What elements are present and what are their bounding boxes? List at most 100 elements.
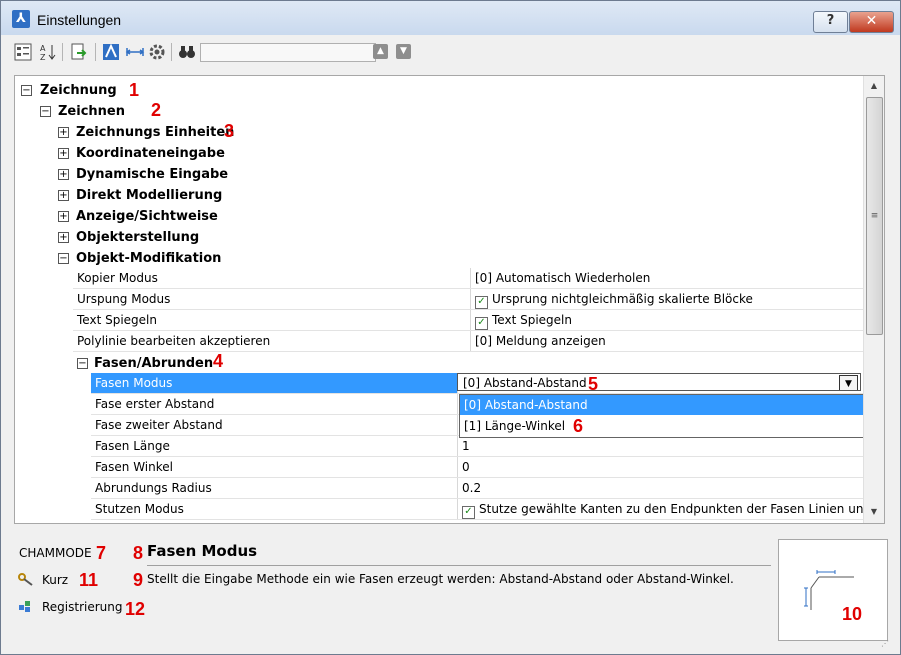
tree-node-direkt-modellierung[interactable]: + Direkt Modellierung (15, 185, 863, 206)
vertical-scrollbar[interactable]: ▲ ≡ ▼ (863, 76, 884, 523)
property-name: Kopier Modus (73, 268, 471, 288)
property-value[interactable]: [0] Automatisch Wiederholen (470, 268, 865, 288)
tree-node-label: Zeichnen (58, 104, 125, 119)
draw-settings-icon[interactable] (101, 42, 121, 62)
tree-node-label: Objekterstellung (76, 230, 200, 245)
tree-node-label: Direkt Modellierung (76, 188, 223, 203)
kurz-label: Kurz (42, 573, 69, 587)
property-name: Polylinie bearbeiten akzeptieren (73, 331, 471, 351)
property-value[interactable]: ✓ Stutze gewählte Kanten zu den Endpunkte… (457, 499, 866, 519)
tree-node-zeichnung[interactable]: − Zeichnung (15, 80, 863, 101)
property-name: Fase erster Abstand (91, 394, 458, 414)
annotation-2: 2 (151, 100, 162, 120)
tree-node-fasen-abrunden[interactable]: − Fasen/Abrunden (15, 353, 863, 374)
scroll-up-icon[interactable]: ▲ (868, 80, 880, 92)
property-row-fasen-winkel[interactable]: Fasen Winkel 0 (91, 457, 863, 478)
checkbox-icon[interactable]: ✓ (462, 506, 475, 519)
property-value[interactable]: [0] Meldung anzeigen (470, 331, 865, 351)
expand-icon[interactable]: + (58, 127, 69, 138)
annotation-1: 1 (129, 80, 140, 100)
tree-node-objekt-modifikation[interactable]: − Objekt-Modifikation (15, 248, 863, 269)
annotation-12: 12 (125, 599, 146, 619)
search-next-button[interactable]: ▼ (396, 44, 411, 59)
checkbox-icon[interactable]: ✓ (475, 296, 488, 309)
checkbox-icon[interactable]: ✓ (475, 317, 488, 330)
key-icon (18, 572, 34, 586)
tree-node-zeichnen[interactable]: − Zeichnen (15, 101, 863, 122)
tree-node-koordinateneingabe[interactable]: + Koordinateneingabe (15, 143, 863, 164)
expand-icon[interactable]: + (58, 232, 69, 243)
registrierung-link[interactable]: Registrierung (18, 599, 123, 614)
preview-image: 10 (778, 539, 888, 641)
property-row-abrundungs-radius[interactable]: Abrundungs Radius 0.2 (91, 478, 863, 499)
expand-icon[interactable]: + (58, 148, 69, 159)
kurz-link[interactable]: Kurz (18, 572, 68, 587)
close-button[interactable]: ✕ (849, 11, 894, 33)
tree-node-dynamische-eingabe[interactable]: + Dynamische Eingabe (15, 164, 863, 185)
toolbar: AZ ▲ ▼ (1, 35, 900, 67)
help-button[interactable]: ? (813, 11, 848, 33)
variable-name: CHAMMODE (19, 546, 92, 560)
tree-node-anzeige-sichtweise[interactable]: + Anzeige/Sichtweise (15, 206, 863, 227)
collapse-icon[interactable]: − (21, 85, 32, 96)
resize-grip-icon[interactable]: ⋰ (881, 639, 895, 651)
dimension-icon[interactable] (125, 42, 145, 62)
checkbox-label: Ursprung nichtgleichmäßig skalierte Blöc… (492, 292, 753, 306)
collapse-icon[interactable]: − (58, 253, 69, 264)
combobox-value: [0] Abstand-Abstand (463, 376, 587, 390)
scroll-thumb[interactable]: ≡ (866, 97, 883, 335)
property-name: Fasen Modus (91, 373, 458, 393)
dropdown-option-abstand-abstand[interactable]: [0] Abstand-Abstand (460, 395, 863, 415)
toolbar-separator (171, 43, 172, 61)
property-row-text-spiegeln[interactable]: Text Spiegeln ✓ Text Spiegeln (73, 310, 863, 331)
tree-node-zeichnungs-einheiten[interactable]: + Zeichnungs Einheiten (15, 122, 863, 143)
property-value[interactable]: ✓ Ursprung nichtgleichmäßig skalierte Blö… (470, 289, 865, 309)
property-row-fasen-laenge[interactable]: Fasen Länge 1 (91, 436, 863, 457)
property-row-stutzen-modus[interactable]: Stutzen Modus ✓ Stutze gewählte Kanten zu… (91, 499, 866, 520)
tree-node-label: Anzeige/Sichtweise (76, 209, 218, 224)
fasen-modus-combobox[interactable]: [0] Abstand-Abstand ▼ (457, 373, 861, 391)
settings-tree: − Zeichnung − Zeichnen + Zeichnungs Einh… (14, 75, 885, 524)
binoculars-icon[interactable] (177, 42, 197, 62)
collapse-icon[interactable]: − (77, 358, 88, 369)
tree-node-objekterstellung[interactable]: + Objekterstellung (15, 227, 863, 248)
search-input[interactable] (200, 43, 376, 62)
tree-node-label: Zeichnungs Einheiten (76, 125, 235, 140)
property-name: Abrundungs Radius (91, 478, 458, 498)
property-value[interactable]: ✓ Text Spiegeln (470, 310, 865, 330)
property-value[interactable]: 0 (457, 457, 852, 477)
annotation-3: 3 (224, 121, 235, 141)
checkbox-label: Stutze gewählte Kanten zu den Endpunkten… (479, 502, 866, 516)
property-row-urspung-modus[interactable]: Urspung Modus ✓ Ursprung nichtgleichmäßig… (73, 289, 863, 310)
categorized-view-icon[interactable] (13, 42, 33, 62)
annotation-5: 5 (588, 374, 599, 394)
expand-icon[interactable]: + (58, 211, 69, 222)
settings-dialog: ⅄ Einstellungen ? ✕ AZ ▲ ▼ − Zeichnung −… (0, 0, 901, 655)
property-value[interactable]: 1 (457, 436, 852, 456)
toolbar-separator (95, 43, 96, 61)
dropdown-arrow-icon[interactable]: ▼ (839, 375, 858, 390)
svg-text:Z: Z (40, 53, 46, 62)
search-previous-button[interactable]: ▲ (373, 44, 388, 59)
property-row-kopier-modus[interactable]: Kopier Modus [0] Automatisch Wiederholen (73, 268, 863, 289)
property-name: Fase zweiter Abstand (91, 415, 458, 435)
expand-icon[interactable]: + (58, 169, 69, 180)
property-row-fasen-modus[interactable]: Fasen Modus [0] Abstand-Abstand ▼ (91, 373, 863, 394)
toolbar-separator (62, 43, 63, 61)
property-name: Text Spiegeln (73, 310, 471, 330)
gear-icon[interactable] (147, 42, 167, 62)
property-name: Stutzen Modus (91, 499, 458, 519)
registry-icon (18, 599, 34, 613)
annotation-6: 6 (573, 416, 584, 436)
export-icon[interactable] (68, 42, 88, 62)
window-title: Einstellungen (37, 12, 122, 28)
collapse-icon[interactable]: − (40, 106, 51, 117)
property-value[interactable]: 0.2 (457, 478, 852, 498)
description-text: Stellt die Eingabe Methode ein wie Fasen… (147, 572, 734, 586)
expand-icon[interactable]: + (58, 190, 69, 201)
scroll-down-icon[interactable]: ▼ (868, 506, 880, 518)
alphabetic-sort-icon[interactable]: AZ (38, 42, 58, 62)
dropdown-option-laenge-winkel[interactable]: [1] Länge-Winkel (460, 416, 863, 436)
tree-node-label: Koordinateneingabe (76, 146, 225, 161)
property-row-polylinie[interactable]: Polylinie bearbeiten akzeptieren [0] Mel… (73, 331, 863, 352)
